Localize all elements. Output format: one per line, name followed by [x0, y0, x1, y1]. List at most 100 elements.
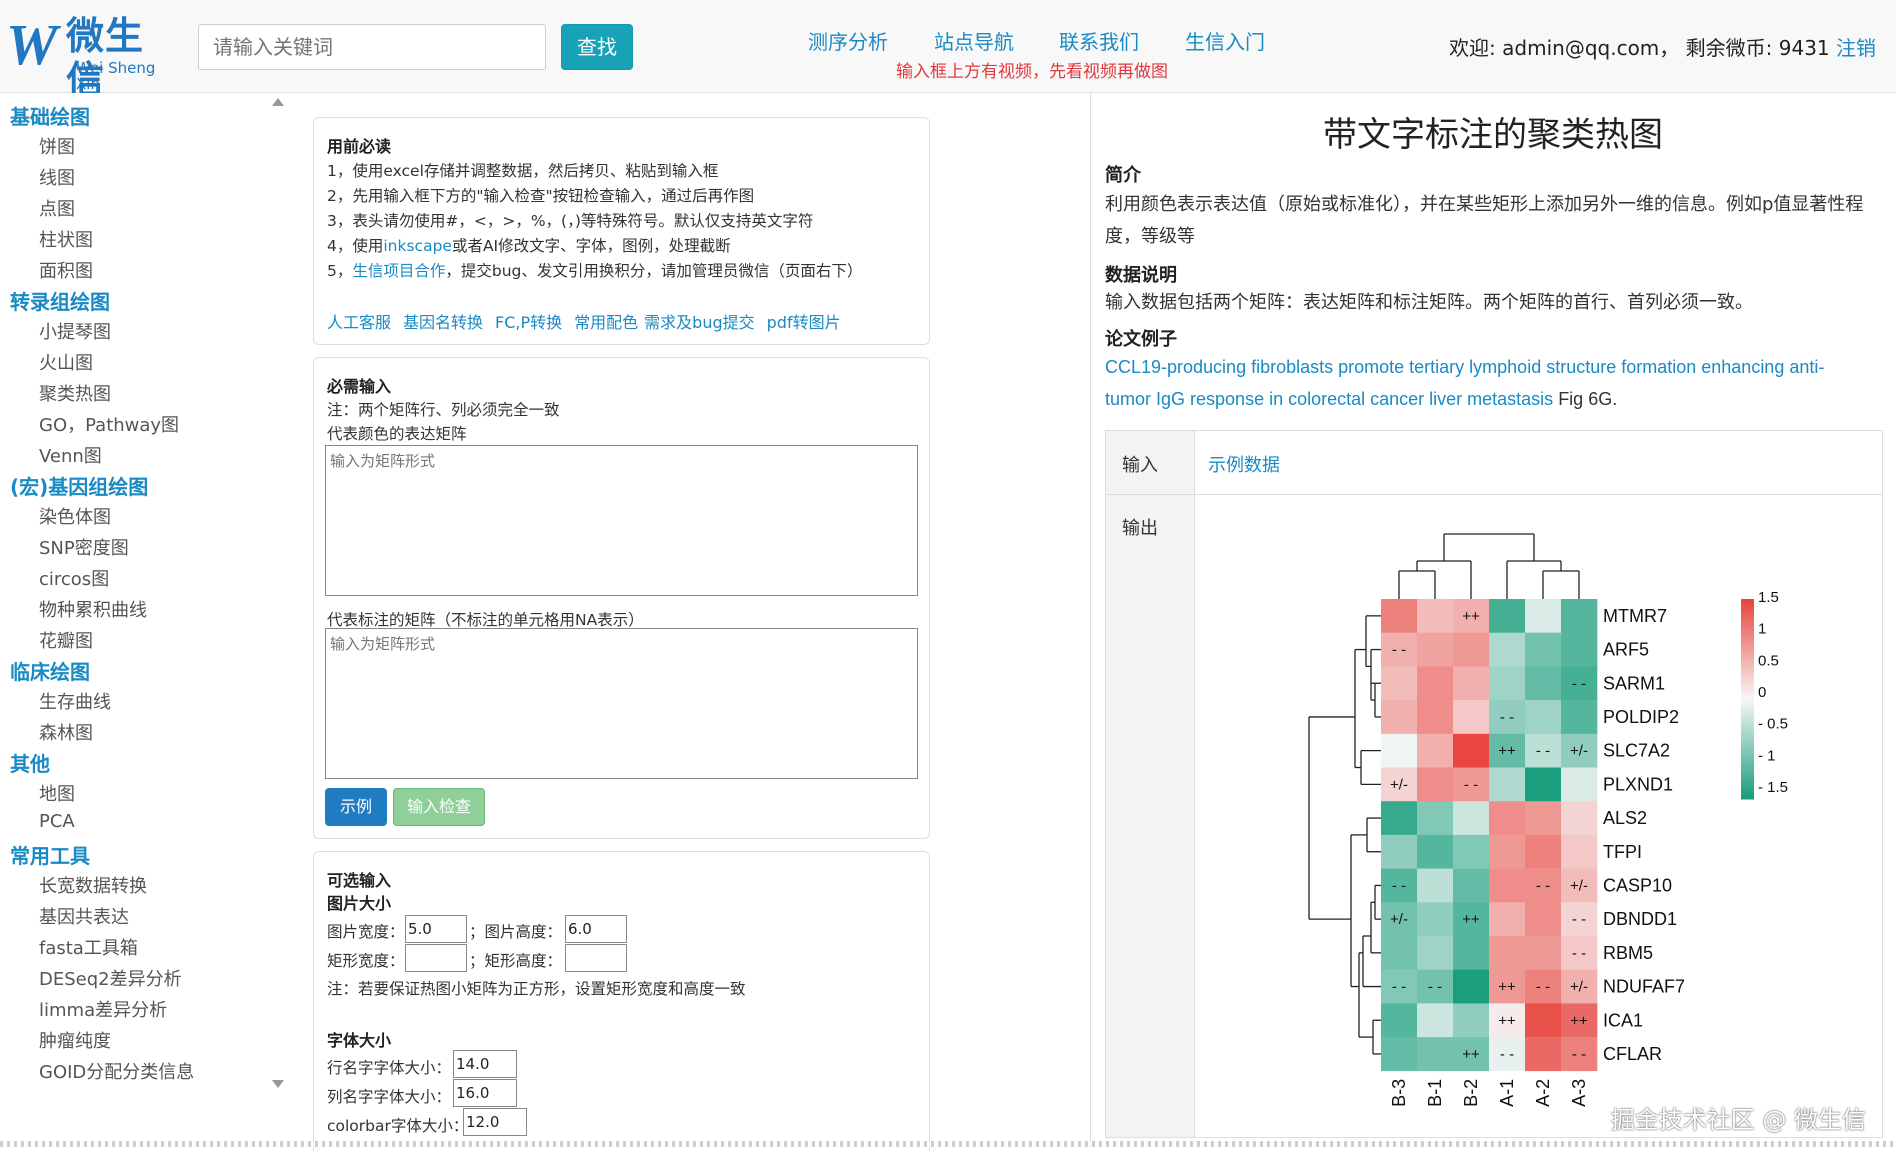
- legend-gradient-step: [1741, 769, 1754, 773]
- sidebar-item-map[interactable]: 地图: [39, 780, 75, 806]
- sidebar-item-petal[interactable]: 花瓣图: [39, 627, 93, 653]
- sidebar-cat-other[interactable]: 其他: [10, 748, 50, 777]
- search-button[interactable]: 查找: [561, 24, 633, 70]
- col-font-input[interactable]: [453, 1079, 517, 1107]
- sidebar-item-venn[interactable]: Venn图: [39, 442, 102, 468]
- heatmap-row-label: MTMR7: [1603, 606, 1667, 626]
- sidebar-item-species-accum[interactable]: 物种累积曲线: [39, 596, 147, 622]
- cell-annotation: - -: [1500, 1046, 1514, 1063]
- legend-gradient-step: [1741, 709, 1754, 713]
- heatmap-cell: [1489, 599, 1526, 633]
- readme-line-1: 1，使用excel存储并调整数据，然后拷贝、粘贴到输入框: [327, 162, 719, 180]
- annot-matrix-textarea[interactable]: [325, 628, 918, 779]
- search-input[interactable]: [198, 24, 546, 70]
- sidebar-cat-tools[interactable]: 常用工具: [10, 840, 90, 869]
- link-colors[interactable]: 常用配色: [574, 313, 638, 332]
- nav-sequencing[interactable]: 测序分析: [808, 26, 888, 55]
- legend-gradient-step: [1741, 759, 1754, 763]
- sidebar-item-forest[interactable]: 森林图: [39, 719, 93, 745]
- cell-annotation: - -: [1536, 877, 1550, 894]
- sidebar-cat-clinical[interactable]: 临床绘图: [10, 656, 90, 685]
- sidebar-item-chromosome[interactable]: 染色体图: [39, 503, 111, 529]
- link-gene-name[interactable]: 基因名转换: [403, 313, 483, 332]
- heatmap-cell: [1525, 666, 1562, 701]
- scroll-down-arrow-icon[interactable]: [272, 1080, 284, 1088]
- sidebar-item-bar[interactable]: 柱状图: [39, 226, 93, 252]
- expr-matrix-textarea[interactable]: [325, 445, 918, 596]
- logout-link[interactable]: 注销: [1836, 36, 1876, 60]
- sidebar-item-survival[interactable]: 生存曲线: [39, 688, 111, 714]
- sidebar-item-pca[interactable]: PCA: [39, 811, 75, 832]
- sidebar-cat-transcriptome[interactable]: 转录组绘图: [10, 286, 110, 315]
- nav-site-guide[interactable]: 站点导航: [934, 26, 1014, 55]
- cell-annotation: ++: [1498, 743, 1516, 760]
- cell-annotation: - -: [1392, 979, 1406, 996]
- heatmap-cell: [1417, 868, 1454, 903]
- link-fc-p[interactable]: FC,P转换: [495, 313, 562, 332]
- heatmap-cell: [1561, 700, 1598, 735]
- sidebar-item-snp-density[interactable]: SNP密度图: [39, 534, 129, 560]
- colorbar-font-label: colorbar字体大小：: [327, 1117, 469, 1135]
- input-check-button[interactable]: 输入检查: [393, 788, 485, 826]
- heatmap-row-label: NDUFAF7: [1603, 977, 1685, 997]
- link-pdf-image[interactable]: pdf转图片: [767, 313, 841, 332]
- link-customer-service[interactable]: 人工客服: [327, 313, 391, 332]
- sidebar-item-tumor-purity[interactable]: 肿瘤纯度: [39, 1027, 111, 1053]
- sidebar-item-point[interactable]: 点图: [39, 195, 75, 221]
- rect-width-input[interactable]: [405, 944, 467, 972]
- sidebar-item-area[interactable]: 面积图: [39, 257, 93, 283]
- img-height-input[interactable]: [565, 915, 627, 943]
- cell-annotation: - -: [1500, 709, 1514, 726]
- sidebar-item-volcano[interactable]: 火山图: [39, 349, 93, 375]
- legend-gradient-step: [1741, 722, 1754, 727]
- tool-description-panel: 带文字标注的聚类热图 简介 利用颜色表示表达值（原始或标准化），并在某些矩形上添…: [1090, 93, 1895, 1147]
- sidebar-item-long-wide[interactable]: 长宽数据转换: [39, 872, 147, 898]
- sidebar-item-violin[interactable]: 小提琴图: [39, 318, 111, 344]
- legend-gradient-step: [1741, 739, 1754, 743]
- heatmap-cell: [1525, 632, 1562, 667]
- cell-annotation: - -: [1464, 776, 1478, 793]
- row-font-input[interactable]: [453, 1050, 517, 1078]
- sidebar-item-line[interactable]: 线图: [39, 164, 75, 190]
- sidebar-item-goid[interactable]: GOID分配分类信息: [39, 1058, 194, 1084]
- sidebar-scrollbar[interactable]: [272, 98, 284, 1088]
- sidebar-item-deseq2[interactable]: DESeq2差异分析: [39, 965, 182, 991]
- nav-contact[interactable]: 联系我们: [1059, 26, 1139, 55]
- heatmap-row-label: CASP10: [1603, 875, 1672, 895]
- inkscape-link[interactable]: inkscape: [383, 237, 452, 255]
- paper-link[interactable]: CCL19-producing fibroblasts promote tert…: [1105, 357, 1824, 409]
- heatmap-cell: [1489, 902, 1526, 937]
- scroll-up-arrow-icon[interactable]: [272, 98, 284, 106]
- sidebar-item-fasta[interactable]: fasta工具箱: [39, 934, 138, 960]
- sidebar-item-heatmap[interactable]: 聚类热图: [39, 380, 111, 406]
- sidebar-item-circos[interactable]: circos图: [39, 565, 109, 591]
- sidebar-item-coexpression[interactable]: 基因共表达: [39, 903, 129, 929]
- sidebar-item-go-pathway[interactable]: GO，Pathway图: [39, 411, 179, 437]
- colorbar-font-input[interactable]: [463, 1108, 527, 1136]
- sidebar-cat-basic[interactable]: 基础绘图: [10, 101, 90, 130]
- heatmap-cell: [1525, 801, 1562, 836]
- example-data-link[interactable]: 示例数据: [1208, 451, 1280, 477]
- sidebar-cat-genome[interactable]: (宏)基因组绘图: [10, 471, 148, 500]
- site-logo[interactable]: W 微生信 Wei Sheng Xin: [6, 14, 181, 102]
- nav-intro[interactable]: 生信入门: [1185, 26, 1265, 55]
- heatmap-cell: [1417, 599, 1454, 633]
- example-button[interactable]: 示例: [325, 788, 387, 826]
- legend-gradient-step: [1741, 609, 1754, 613]
- legend-gradient-step: [1741, 725, 1754, 730]
- legend-gradient-step: [1741, 612, 1754, 617]
- legend-gradient-step: [1741, 655, 1754, 660]
- link-bug-submit[interactable]: 需求及bug提交: [644, 313, 754, 332]
- legend-gradient-step: [1741, 639, 1754, 643]
- rect-height-input[interactable]: [565, 944, 627, 972]
- sidebar-item-limma[interactable]: limma差异分析: [39, 996, 167, 1022]
- video-notice[interactable]: 输入框上方有视频，先看视频再做图: [896, 57, 1168, 82]
- img-width-input[interactable]: [405, 915, 467, 943]
- sidebar-item-pie[interactable]: 饼图: [39, 133, 75, 159]
- col-font-label: 列名字字体大小：: [327, 1088, 452, 1106]
- legend-tick-label: - 0.5: [1758, 716, 1788, 733]
- collab-link[interactable]: 生信项目合作: [352, 262, 445, 280]
- heatmap-cell: [1453, 700, 1490, 735]
- legend-gradient-step: [1741, 732, 1754, 737]
- heatmap-cell: [1525, 1003, 1562, 1038]
